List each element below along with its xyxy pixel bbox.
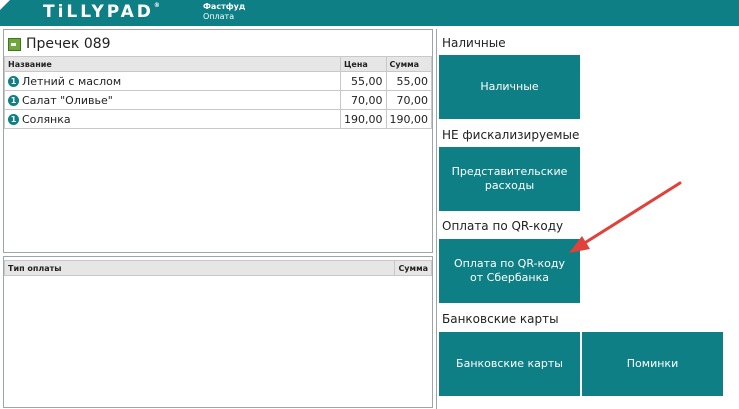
app-logo: TiLLYPAD® bbox=[43, 2, 163, 22]
quantity-badge-icon: 1 bbox=[8, 76, 19, 87]
table-row[interactable]: 1 Солянка 190,00 190,00 bbox=[4, 109, 432, 129]
top-bar: TiLLYPAD® Фастфуд Оплата bbox=[0, 0, 739, 26]
table-row[interactable]: 1 Салат "Оливье" 70,00 70,00 bbox=[4, 90, 432, 110]
payments-panel: Тип оплаты Сумма bbox=[3, 256, 433, 408]
cash-button[interactable]: Наличные bbox=[439, 55, 580, 119]
context-info: Фастфуд Оплата bbox=[203, 2, 245, 22]
item-price: 70,00 bbox=[340, 90, 387, 110]
representative-expenses-button[interactable]: Представительские расходы bbox=[439, 147, 580, 211]
col-price: Цена bbox=[340, 56, 387, 72]
section-title-qr: Оплата по QR-коду bbox=[442, 219, 564, 233]
quantity-badge-icon: 1 bbox=[8, 114, 19, 125]
col-name: Название bbox=[4, 56, 341, 72]
check-items-table: Название Цена Сумма 1 Летний с маслом 55,… bbox=[4, 56, 432, 129]
item-price: 190,00 bbox=[340, 109, 387, 129]
check-panel: Пречек 089 Название Цена Сумма 1 Летний с… bbox=[3, 29, 433, 253]
item-name-cell: 1 Летний с маслом bbox=[4, 71, 341, 91]
context-title: Фастфуд bbox=[203, 2, 246, 11]
check-icon bbox=[8, 37, 21, 51]
section-title-bank-cards: Банковские карты bbox=[442, 312, 559, 326]
item-name: Солянка bbox=[22, 112, 71, 126]
item-sum: 190,00 bbox=[385, 109, 432, 129]
bank-cards-button[interactable]: Банковские карты bbox=[439, 332, 580, 396]
quantity-badge-icon: 1 bbox=[8, 95, 19, 106]
table-row[interactable]: 1 Летний с маслом 55,00 55,00 bbox=[4, 71, 432, 91]
col-sum: Сумма bbox=[385, 56, 432, 72]
col-payment-sum: Сумма bbox=[394, 260, 432, 276]
section-title-non-fiscal: НЕ фискализируемые bbox=[442, 128, 580, 142]
check-title-text: Пречек 089 bbox=[26, 36, 111, 52]
pominki-button[interactable]: Поминки bbox=[582, 332, 723, 396]
col-payment-type: Тип оплаты bbox=[4, 260, 395, 276]
item-price: 55,00 bbox=[340, 71, 387, 91]
sberbank-qr-button[interactable]: Оплата по QR-коду от Сбербанка bbox=[439, 239, 580, 303]
payment-types-panel: Наличные Наличные НЕ фискализируемые Пре… bbox=[436, 29, 739, 409]
payments-table: Тип оплаты Сумма bbox=[4, 260, 432, 276]
item-name-cell: 1 Солянка bbox=[4, 109, 341, 129]
back-corner-icon[interactable] bbox=[0, 0, 10, 10]
item-sum: 70,00 bbox=[385, 90, 432, 110]
item-sum: 55,00 bbox=[385, 71, 432, 91]
section-title-cash: Наличные bbox=[442, 36, 506, 50]
context-subtitle: Оплата bbox=[203, 12, 235, 21]
item-name-cell: 1 Салат "Оливье" bbox=[4, 90, 341, 110]
item-name: Салат "Оливье" bbox=[22, 93, 113, 107]
check-title: Пречек 089 bbox=[8, 36, 111, 52]
item-name: Летний с маслом bbox=[22, 74, 122, 88]
